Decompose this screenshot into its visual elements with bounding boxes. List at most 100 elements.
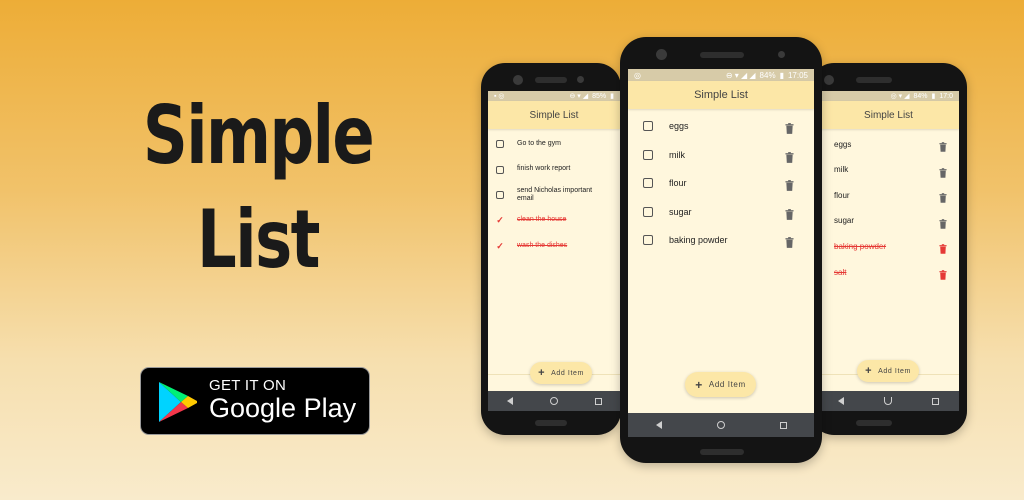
list-item[interactable]: flour — [628, 170, 814, 196]
list-item[interactable]: finish work report — [488, 159, 620, 181]
add-item-button[interactable]: + Add Item — [530, 362, 592, 384]
list-item[interactable]: flour — [818, 184, 959, 206]
back-icon[interactable] — [506, 397, 513, 405]
phone-right: ◎ ▾ ◢ 84% ▮ 17:0 Simple List eggs milk flo… — [810, 63, 967, 435]
recent-apps-icon[interactable] — [779, 421, 787, 429]
list-item-label: sugar — [834, 216, 855, 226]
badge-main-text: Google Play — [209, 393, 357, 423]
checkbox[interactable] — [496, 191, 504, 199]
checkbox[interactable] — [643, 178, 653, 189]
google-play-icon — [159, 382, 197, 422]
checkbox[interactable] — [643, 121, 653, 131]
status-bar: ◎ ▾ ◢ 84% ▮ 17:0 — [818, 91, 959, 101]
hero-title-line-2: List — [197, 193, 320, 286]
list-item[interactable]: eggs — [628, 113, 814, 139]
front-camera — [656, 49, 667, 60]
list-item-label: baking powder — [834, 241, 887, 251]
status-icons: ◎ — [634, 70, 641, 80]
recent-apps-icon[interactable] — [932, 397, 939, 405]
add-item-button[interactable]: + Add Item — [857, 360, 919, 382]
list-item-label: sugar — [669, 206, 692, 217]
delete-icon[interactable] — [785, 235, 794, 253]
google-play-badge[interactable]: GET IT ON Google Play — [140, 367, 370, 435]
navigation-bar — [628, 413, 814, 437]
speaker-grille — [535, 77, 567, 83]
list-item[interactable]: baking powder — [628, 227, 814, 253]
list-item-label: salt — [834, 267, 847, 277]
home-icon[interactable] — [716, 421, 725, 429]
checkmark-icon[interactable]: ✓ — [496, 241, 504, 252]
speaker-grille — [535, 420, 567, 426]
list-item-label: baking powder — [669, 235, 728, 246]
list-item-label: wash the dishes — [517, 241, 568, 249]
delete-icon[interactable] — [939, 139, 947, 157]
add-item-label: Add Item — [708, 380, 746, 389]
front-camera — [778, 51, 785, 58]
delete-icon[interactable] — [939, 241, 947, 259]
delete-icon[interactable] — [939, 165, 947, 183]
delete-icon[interactable] — [939, 216, 947, 234]
checkbox[interactable] — [643, 149, 653, 160]
plus-icon: + — [538, 367, 546, 379]
front-camera — [824, 75, 834, 85]
app-title: Simple List — [864, 109, 913, 121]
speaker-grille — [700, 52, 744, 58]
checkmark-icon[interactable]: ✓ — [496, 215, 504, 226]
list-item[interactable]: sugar — [818, 210, 959, 232]
list-item[interactable]: eggs — [818, 133, 959, 155]
signal-icon: ⊖ ▾ ◢ — [569, 93, 589, 100]
list-item-label: flour — [834, 190, 850, 200]
list-item[interactable]: ✓ clean the house — [488, 210, 620, 232]
checkbox[interactable] — [496, 165, 504, 174]
signal-icon: ⊖ ▾ ◢ ◢ — [725, 70, 756, 80]
list-item[interactable]: send Nicholas important email — [488, 184, 620, 206]
recent-apps-icon[interactable] — [594, 397, 602, 405]
status-icons: ▪ ◎ — [494, 93, 505, 100]
delete-icon[interactable] — [785, 150, 794, 168]
front-camera — [577, 76, 584, 83]
checkbox[interactable] — [643, 206, 653, 217]
phone-screen: ◎ ▾ ◢ 84% ▮ 17:0 Simple List eggs milk flo… — [818, 91, 959, 411]
list-item-label: eggs — [834, 139, 852, 149]
app-bar: Simple List — [628, 81, 814, 109]
list-item-label: milk — [669, 149, 685, 160]
battery-icon: ▮ — [610, 93, 614, 100]
add-item-button[interactable]: + Add Item — [685, 372, 756, 397]
list-item[interactable]: sugar — [628, 199, 814, 225]
list-item[interactable]: baking powder — [818, 235, 959, 257]
list-item[interactable]: salt — [818, 261, 959, 283]
delete-icon[interactable] — [785, 121, 794, 139]
back-icon[interactable] — [655, 421, 662, 429]
badge-top-text: GET IT ON — [209, 377, 287, 394]
plus-icon: + — [865, 365, 873, 377]
delete-icon[interactable] — [939, 267, 947, 285]
speaker-grille — [856, 77, 892, 83]
home-icon[interactable] — [549, 397, 558, 405]
battery-level: 84% — [913, 92, 928, 100]
battery-level: 84% — [759, 70, 776, 80]
add-item-label: Add Item — [878, 367, 911, 375]
speaker-grille — [856, 420, 892, 426]
delete-icon[interactable] — [939, 190, 947, 208]
back-icon[interactable] — [838, 397, 844, 405]
status-bar: ▪ ◎ ⊖ ▾ ◢ 85% ▮ — [488, 91, 620, 101]
list-item-label: finish work report — [517, 165, 571, 173]
battery-level: 85% — [592, 92, 607, 100]
delete-icon[interactable] — [785, 178, 794, 196]
phone-center: ◎ ⊖ ▾ ◢ ◢ 84% ▮ 17:05 Simple List eggs mi… — [620, 37, 822, 463]
list-item[interactable]: milk — [628, 142, 814, 168]
list-item-label: clean the house — [517, 216, 567, 224]
app-title: Simple List — [694, 89, 748, 101]
checkbox[interactable] — [496, 140, 504, 148]
list-item[interactable]: Go to the gym — [488, 133, 620, 155]
home-icon[interactable] — [884, 397, 892, 405]
checkbox[interactable] — [643, 235, 653, 246]
app-title: Simple List — [529, 109, 579, 121]
status-time: 17:05 — [787, 70, 808, 80]
list-item-label: send Nicholas important email — [517, 186, 593, 202]
list-item[interactable]: milk — [818, 159, 959, 181]
plus-icon: + — [695, 377, 703, 392]
delete-icon[interactable] — [785, 207, 794, 225]
list-item-label: eggs — [669, 121, 689, 131]
list-item[interactable]: ✓ wash the dishes — [488, 235, 620, 257]
